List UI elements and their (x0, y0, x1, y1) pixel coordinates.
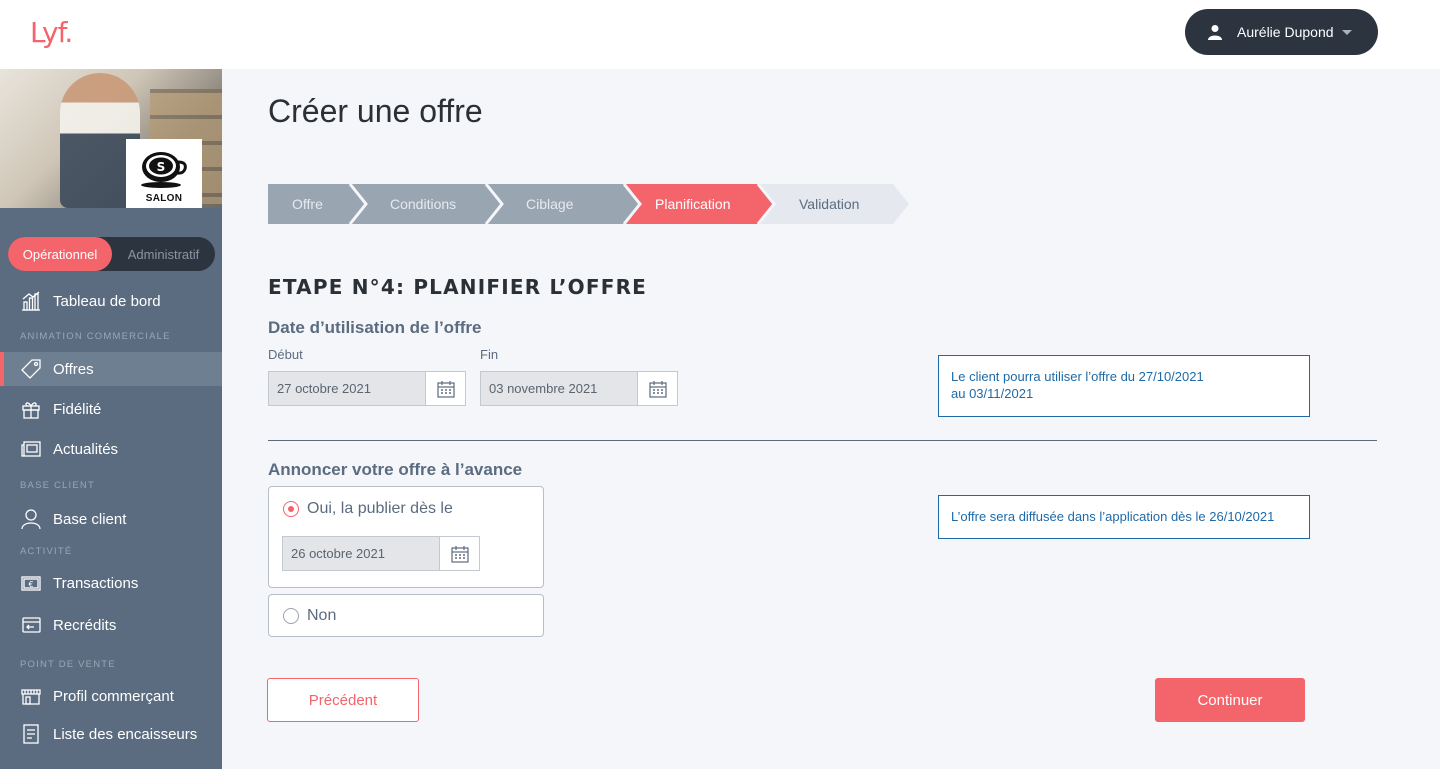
sidebar-item-transactions[interactable]: € Transactions (0, 566, 222, 600)
start-date-value[interactable]: 27 octobre 2021 (269, 372, 425, 405)
continue-button[interactable]: Continuer (1155, 678, 1305, 722)
mode-toggle[interactable]: Opérationnel Administratif (8, 237, 215, 271)
sidebar-item-actualites[interactable]: Actualités (0, 432, 222, 466)
section-animation: Animation commerciale (20, 331, 171, 342)
end-date-field[interactable]: 03 novembre 2021 (480, 371, 678, 406)
step-ciblage[interactable]: Ciblage (526, 184, 573, 224)
calendar-icon[interactable] (637, 372, 677, 405)
chart-icon (22, 291, 40, 311)
step-validation[interactable]: Validation (799, 184, 859, 224)
user-icon (1208, 25, 1222, 40)
section-point-de-vente: Point de vente (20, 659, 116, 670)
store-icon (21, 689, 41, 705)
radio-option-yes[interactable]: Oui, la publier dès le (283, 500, 453, 518)
gift-icon (22, 402, 40, 419)
divider (268, 440, 1377, 441)
page-title: Créer une offre (268, 93, 483, 129)
app-logo[interactable]: Lyf. (30, 16, 73, 49)
step-conditions[interactable]: Conditions (390, 184, 456, 224)
sidebar-item-fidelite[interactable]: Fidélité (0, 392, 222, 426)
step-title: ETAPE N°4: PLANIFIER L’OFFRE (268, 275, 648, 299)
sidebar-item-dashboard[interactable]: Tableau de bord (0, 284, 222, 318)
svg-text:€: € (28, 580, 33, 589)
sidebar-item-encaisseurs[interactable]: Liste des encaisseurs (0, 717, 222, 751)
end-date-value[interactable]: 03 novembre 2021 (481, 372, 637, 405)
stepper: Offre Conditions Ciblage Planification V… (268, 184, 913, 224)
sidebar: S SALON Opérationnel Administratif Table… (0, 69, 222, 769)
calendar-icon[interactable] (425, 372, 465, 405)
user-menu-button[interactable]: Aurélie Dupond (1185, 9, 1378, 55)
store-name: SALON (145, 193, 183, 204)
end-label: Fin (480, 347, 499, 362)
radio-option-yes-card[interactable]: Oui, la publier dès le 26 octobre 2021 (268, 486, 544, 588)
list-document-icon (23, 724, 39, 744)
announce-title: Annoncer votre offre à l’avance (268, 460, 523, 479)
tag-icon (21, 359, 41, 379)
usage-date-title: Date d’utilisation de l’offre (268, 318, 482, 337)
radio-option-no[interactable]: Non (283, 607, 336, 625)
euro-note-icon: € (21, 576, 41, 591)
publish-date-value[interactable]: 26 octobre 2021 (283, 537, 439, 570)
coffee-cup-icon: S (141, 152, 187, 188)
top-bar: Lyf. Aurélie Dupond (0, 0, 1440, 69)
mode-operationnel[interactable]: Opérationnel (8, 237, 112, 271)
step-offre[interactable]: Offre (292, 184, 323, 224)
section-activite: Activité (20, 546, 73, 557)
previous-button[interactable]: Précédent (267, 678, 419, 722)
step-planification[interactable]: Planification (655, 184, 731, 224)
sidebar-item-offres[interactable]: Offres (0, 352, 222, 386)
sidebar-item-recredits[interactable]: Recrédits (0, 608, 222, 642)
store-banner-image: S SALON (0, 69, 222, 208)
chevron-down-icon (1341, 29, 1352, 35)
mode-administratif[interactable]: Administratif (112, 247, 215, 262)
sidebar-item-profil[interactable]: Profil commerçant (0, 679, 222, 713)
usage-info-box: Le client pourra utiliser l’offre du 27/… (938, 355, 1310, 417)
start-date-field[interactable]: 27 octobre 2021 (268, 371, 466, 406)
person-icon (21, 509, 41, 530)
radio-option-no-card[interactable]: Non (268, 594, 544, 637)
calendar-icon[interactable] (439, 537, 479, 570)
sidebar-item-base-client[interactable]: Base client (0, 502, 222, 536)
radio-checked-icon[interactable] (283, 501, 299, 517)
store-logo: S SALON (126, 139, 202, 208)
user-name: Aurélie Dupond (1237, 24, 1334, 40)
announce-info-box: L’offre sera diffusée dans l’application… (938, 495, 1310, 539)
section-base-client: Base client (20, 480, 95, 491)
news-icon (21, 441, 41, 457)
radio-unchecked-icon[interactable] (283, 608, 299, 624)
card-refund-icon (22, 617, 41, 633)
publish-date-field[interactable]: 26 octobre 2021 (282, 536, 480, 571)
start-label: Début (268, 347, 303, 362)
svg-text:S: S (157, 160, 166, 174)
